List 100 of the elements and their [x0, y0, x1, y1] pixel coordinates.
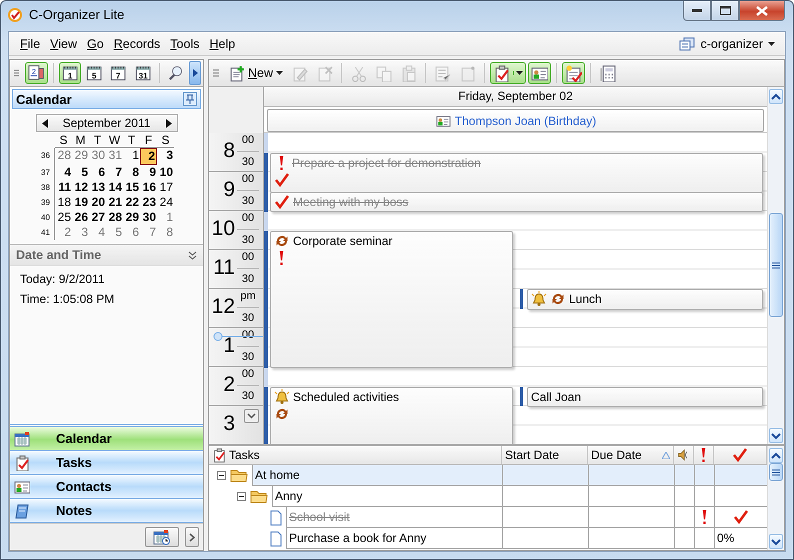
calendar-day[interactable]: 19 [72, 195, 89, 210]
collapse-icon[interactable] [188, 250, 197, 260]
calendar-clock-button[interactable] [145, 527, 179, 547]
navigation-tab[interactable]: Contacts [10, 475, 203, 499]
next-month-icon[interactable] [166, 118, 172, 128]
task-name[interactable]: Purchase a book for Anny [286, 528, 502, 549]
calendar-day[interactable]: 28 [106, 210, 123, 225]
calendar-day[interactable]: 13 [89, 180, 106, 195]
maximize-button[interactable] [711, 1, 739, 21]
calendar-day[interactable]: 21 [106, 195, 123, 210]
new-button[interactable]: New [225, 62, 286, 84]
calendar-day[interactable]: 6 [89, 165, 106, 180]
column-header[interactable]: Start Date [502, 446, 588, 464]
calendar-day[interactable]: 3 [72, 225, 89, 240]
calendar-day[interactable]: 8 [123, 165, 140, 180]
contact-button[interactable] [528, 62, 552, 84]
more-button[interactable] [189, 61, 201, 85]
close-button[interactable] [739, 1, 785, 21]
calendar-day[interactable]: 14 [106, 180, 123, 195]
calendar-day[interactable]: 27 [89, 210, 106, 225]
event-card[interactable]: Call Joan [527, 386, 763, 407]
menu-item[interactable]: Go [82, 34, 109, 52]
task-button[interactable] [490, 62, 526, 84]
calendar-day[interactable]: 2 [140, 148, 157, 165]
event-card[interactable]: Scheduled activities [270, 386, 513, 444]
calendar-day[interactable]: 30 [140, 210, 157, 225]
menu-item[interactable]: File [15, 34, 46, 52]
collapse-icon[interactable] [237, 492, 246, 501]
all-day-event[interactable]: Thompson Joan (Birthday) [267, 109, 764, 132]
collapse-icon[interactable] [217, 471, 226, 480]
calendar-day[interactable]: 30 [89, 148, 106, 165]
menu-item[interactable]: View [45, 34, 82, 52]
folder-icon [230, 468, 248, 483]
menu-item[interactable]: Records [108, 34, 166, 52]
event-card[interactable]: Lunch [527, 289, 763, 310]
menu-item[interactable]: Tools [165, 34, 204, 52]
delete-document-icon [316, 64, 334, 82]
minimize-button[interactable] [683, 1, 711, 21]
calendar-day[interactable]: 28 [55, 148, 72, 165]
calendar-day[interactable]: 7 [106, 165, 123, 180]
scroll-down-button[interactable] [244, 409, 259, 423]
scrollbar-thumb[interactable] [769, 463, 783, 481]
calendar-day[interactable]: 18 [55, 195, 72, 210]
calendar-day[interactable]: 29 [123, 210, 140, 225]
caret-icon[interactable] [768, 42, 775, 46]
navigation-tab[interactable]: Tasks [10, 451, 203, 475]
calendar-day[interactable]: 23 [140, 195, 157, 210]
task-name[interactable]: At home [252, 465, 502, 486]
caret-icon[interactable] [516, 71, 524, 75]
calendar-day[interactable]: 5 [106, 225, 123, 240]
caret-icon[interactable] [276, 71, 284, 75]
calendar-day[interactable]: 9 [140, 165, 157, 180]
calendar-day[interactable]: 6 [123, 225, 140, 240]
expand-button[interactable] [185, 527, 199, 547]
chevron-up-icon [770, 92, 782, 100]
calendar-day[interactable]: 8 [157, 225, 174, 240]
calendar-day[interactable]: 10 [157, 165, 174, 180]
calendar-day[interactable]: 22 [123, 195, 140, 210]
calendar-day[interactable]: 1 [157, 210, 174, 225]
calendar-day[interactable]: 12 [72, 180, 89, 195]
scroll-up-button[interactable] [769, 448, 783, 463]
calendar-day[interactable]: 26 [72, 210, 89, 225]
task-name[interactable]: Anny [272, 486, 502, 507]
calendar-day[interactable]: 5 [72, 165, 89, 180]
minute-label: 00 [237, 367, 259, 386]
calendar-day[interactable]: 4 [89, 225, 106, 240]
hour-label: 2 [223, 373, 236, 398]
navigation-tab[interactable]: Notes [10, 499, 203, 523]
calendar-day[interactable]: 20 [89, 195, 106, 210]
scrollbar-thumb[interactable] [769, 213, 783, 317]
previous-month-icon[interactable] [42, 118, 48, 128]
grip-icon[interactable] [14, 68, 20, 78]
calendar-day[interactable]: 31 [106, 148, 123, 165]
calendar-day[interactable]: 29 [72, 148, 89, 165]
calendar-day[interactable]: 2 [55, 225, 72, 240]
calculator-icon [599, 64, 616, 82]
calendar-day[interactable]: 15 [123, 180, 140, 195]
scroll-up-button[interactable] [769, 89, 783, 104]
calendar-day[interactable]: 4 [55, 165, 72, 180]
task-name[interactable]: School visit [286, 507, 502, 528]
pin-button[interactable] [183, 92, 197, 106]
profile-menu[interactable]: c-organizer [675, 34, 779, 52]
column-header[interactable]: Due Date [588, 446, 674, 464]
chevron-up-icon [770, 452, 782, 460]
calendar-day[interactable]: 17 [157, 180, 174, 195]
menu-item[interactable]: Help [204, 34, 240, 52]
grip-icon[interactable] [213, 68, 219, 78]
calendar-day[interactable]: 3 [157, 148, 174, 165]
calendar-day[interactable]: 11 [55, 180, 72, 195]
calendar-day[interactable]: 24 [157, 195, 174, 210]
calendar-day[interactable]: 1 [123, 148, 140, 165]
scroll-down-button[interactable] [769, 428, 783, 443]
calendar-day[interactable]: 16 [140, 180, 157, 195]
column-header[interactable]: Tasks [209, 446, 502, 464]
scroll-down-button[interactable] [769, 534, 783, 549]
calendar-day[interactable]: 25 [55, 210, 72, 225]
schedule-button[interactable] [562, 62, 586, 84]
navigation-tab[interactable]: Calendar [10, 427, 203, 451]
event-card[interactable]: Corporate seminar [270, 230, 513, 368]
calendar-day[interactable]: 7 [140, 225, 157, 240]
